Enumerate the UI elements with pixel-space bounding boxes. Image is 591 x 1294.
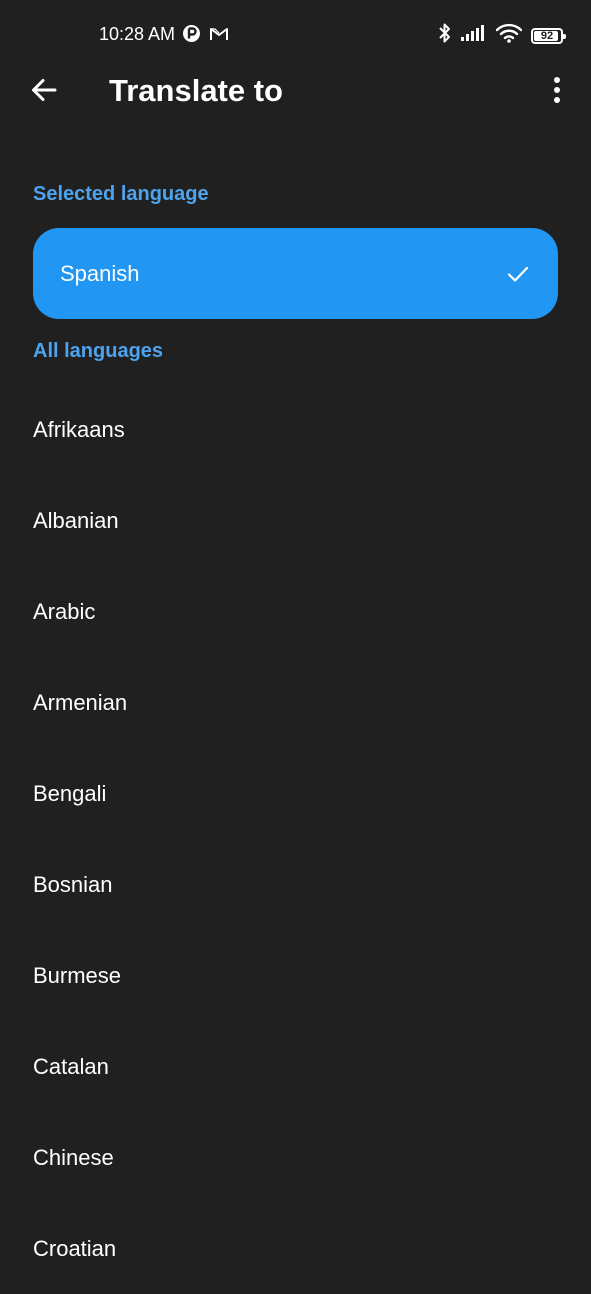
language-item-chinese[interactable]: Chinese (0, 1112, 591, 1203)
language-item-arabic[interactable]: Arabic (0, 566, 591, 657)
page-title: Translate to (109, 73, 283, 108)
language-item-albanian[interactable]: Albanian (0, 475, 591, 566)
notification-p-icon (182, 24, 201, 48)
back-button[interactable] (26, 74, 62, 110)
status-bar: 10:28 AM 92 (0, 0, 591, 68)
more-vert-icon (553, 76, 561, 109)
language-item-catalan[interactable]: Catalan (0, 1021, 591, 1112)
status-time: 10:28 AM (99, 24, 176, 44)
language-list: Afrikaans Albanian Arabic Armenian Benga… (0, 384, 591, 1294)
language-item-armenian[interactable]: Armenian (0, 657, 591, 748)
selected-language-name: Spanish (60, 260, 140, 286)
check-icon (506, 262, 530, 286)
battery-level: 92 (540, 29, 554, 42)
selected-language-item[interactable]: Spanish (33, 228, 558, 319)
language-item-croatian[interactable]: Croatian (0, 1203, 591, 1294)
bluetooth-icon (438, 22, 452, 49)
gmail-icon (209, 26, 229, 47)
language-item-afrikaans[interactable]: Afrikaans (0, 384, 591, 475)
battery-icon: 92 (531, 27, 566, 44)
back-arrow-icon (30, 76, 58, 109)
all-languages-heading: All languages (33, 340, 164, 362)
wifi-icon (495, 23, 523, 48)
more-options-button[interactable] (545, 74, 569, 110)
language-item-bengali[interactable]: Bengali (0, 748, 591, 839)
selected-language-heading: Selected language (33, 183, 209, 205)
app-bar: Translate to (0, 68, 591, 114)
language-item-bosnian[interactable]: Bosnian (0, 839, 591, 930)
language-item-burmese[interactable]: Burmese (0, 930, 591, 1021)
signal-icon (461, 24, 487, 47)
status-left-icons (182, 24, 229, 48)
status-right-icons: 92 (438, 22, 566, 49)
